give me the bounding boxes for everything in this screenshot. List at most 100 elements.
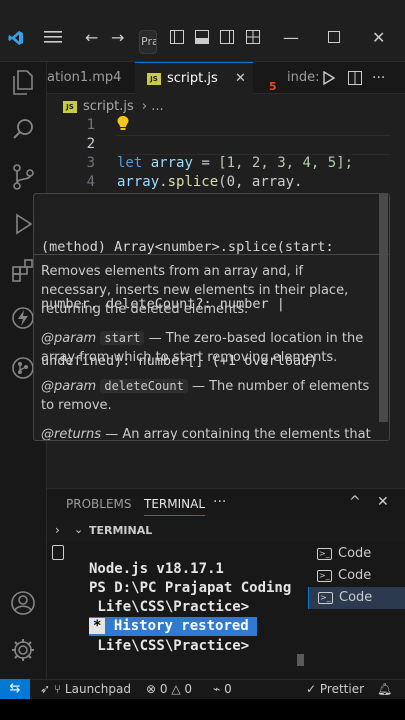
description: Removes elements from an array and, if n… <box>41 264 349 317</box>
git-icon: ⑂ <box>53 682 62 696</box>
terminal-line: Life\CSS\Practice> <box>89 638 250 654</box>
returns-tag: @returns <box>41 427 102 441</box>
toggle-panel-icon[interactable] <box>195 30 209 47</box>
antenna-icon: ⌁ <box>213 682 221 696</box>
terminal-line: Life\CSS\Practice> <box>89 599 250 615</box>
menu-icon[interactable] <box>44 30 62 47</box>
param-name: deleteCount <box>100 379 188 393</box>
customize-layout-icon[interactable] <box>246 30 260 47</box>
object-array: array <box>117 174 160 190</box>
warning-icon: △ <box>171 682 181 696</box>
history-text: History restored <box>105 618 258 634</box>
close-panel-icon[interactable]: ✕ <box>377 494 389 510</box>
chevron-down-icon[interactable]: ⌄ <box>74 523 83 536</box>
terminal-list-label: Code <box>339 590 373 605</box>
variable-array: array <box>150 155 193 171</box>
call-args: (0, array. <box>218 174 303 190</box>
minimize-icon[interactable]: — <box>283 30 299 46</box>
split-editor-icon[interactable] <box>348 62 364 94</box>
terminal-section-header[interactable]: › ⌄ TERMINAL <box>47 520 405 542</box>
remote-indicator-icon[interactable]: ⇆ <box>0 679 30 699</box>
terminal-list-item[interactable]: >_ Code <box>308 565 405 587</box>
editor-tab-bar: ation1.mp4 JS script.js ✕ 5 inde: ··· <box>47 62 405 94</box>
tab-terminal[interactable]: TERMINAL <box>144 497 206 516</box>
divider <box>34 254 389 255</box>
terminal-icon: >_ <box>317 547 332 560</box>
launchpad-label: Launchpad <box>64 682 131 696</box>
warning-count: 0 <box>184 682 193 696</box>
breadcrumb: JS script.js › ... <box>63 98 164 116</box>
settings-gear-icon[interactable] <box>8 637 38 667</box>
prettier-item[interactable]: ✓ Prettier <box>306 681 364 697</box>
terminal-list-item[interactable]: >_ Code <box>308 543 405 565</box>
ports-item[interactable]: ⌁ 0 <box>213 681 232 697</box>
line-number: 3 <box>86 155 95 171</box>
tab-problems[interactable]: PROBLEMS <box>66 497 132 511</box>
error-icon: ⊗ <box>146 682 157 696</box>
array-literal: [1, 2, 3, 4, 5]; <box>218 155 354 171</box>
search-icon[interactable] <box>8 117 38 147</box>
method-splice: splice <box>167 174 219 190</box>
ports-count: 0 <box>224 682 232 696</box>
terminal-list-label: Code <box>338 568 372 583</box>
history-marker: * <box>89 618 106 634</box>
notifications-bell-icon[interactable]: 🔔︎ <box>377 681 392 697</box>
tab-video[interactable]: ation1.mp4 <box>47 62 133 94</box>
tooltip-scrollbar[interactable] <box>379 194 388 422</box>
launchpad-item[interactable]: ➶ ⑂ Launchpad <box>40 681 131 697</box>
hover-tooltip[interactable]: (method) Array<number>.splice(start: num… <box>33 193 390 441</box>
more-actions-icon[interactable]: ··· <box>372 62 402 94</box>
param-name: start <box>100 331 145 345</box>
terminal-line: PS D:\PC Prajapat Coding <box>89 580 292 596</box>
forward-arrow-icon[interactable]: → <box>111 30 124 46</box>
problems-item[interactable]: ⊗ 0 △ 0 <box>146 681 192 697</box>
close-window-icon[interactable]: ✕ <box>372 30 385 46</box>
account-icon[interactable] <box>8 590 38 620</box>
tab-script-js[interactable]: JS script.js ✕ <box>135 62 253 94</box>
toggle-secondary-sidebar-icon[interactable] <box>220 30 234 47</box>
line-number: 2 <box>86 136 95 152</box>
dot-operator: . <box>159 174 168 190</box>
method-documentation: Removes elements from an array and, if n… <box>41 262 371 441</box>
bottom-letterbox <box>0 699 405 720</box>
operator-equals: = <box>201 155 210 171</box>
chevron-right-icon[interactable]: › <box>55 523 60 537</box>
rocket-icon: ➶ <box>40 682 51 696</box>
terminal-list-item[interactable]: >_ Code <box>308 587 405 609</box>
line-number: 4 <box>86 174 95 190</box>
line-number: 1 <box>86 117 95 133</box>
maximize-panel-icon[interactable]: ^ <box>349 494 361 510</box>
tab-label: ation1.mp4 <box>47 70 122 85</box>
run-code-icon[interactable] <box>323 62 341 94</box>
tab-close-icon[interactable]: ✕ <box>235 63 246 94</box>
terminal-line: Node.js v18.17.1 <box>89 561 224 577</box>
source-control-icon[interactable] <box>8 164 38 194</box>
error-count: 0 <box>159 682 168 696</box>
code-line-4: array.splice(0, array. <box>117 174 302 190</box>
lightbulb-icon[interactable] <box>116 115 130 135</box>
returns-doc: @returns — An array containing the eleme… <box>41 425 371 441</box>
js-file-icon: JS <box>63 100 77 113</box>
maximize-icon[interactable] <box>328 30 340 46</box>
returns-desc: — An array containing the elements that <box>105 427 371 441</box>
toggle-sidebar-icon[interactable] <box>170 30 184 47</box>
param-tag: @param <box>41 379 97 394</box>
js-file-icon: JS <box>147 72 161 85</box>
terminal-section-label: TERMINAL <box>89 524 153 537</box>
html-file-icon: 5 <box>269 80 277 93</box>
tab-label: inde: <box>287 70 320 85</box>
command-center[interactable]: Pra <box>139 30 157 54</box>
tab-label: script.js <box>167 71 218 86</box>
terminal-scrollbar[interactable] <box>297 654 304 666</box>
tab-index-html[interactable]: 5 inde: <box>266 62 322 94</box>
terminal-icon: >_ <box>317 569 332 582</box>
param-tag: @param <box>41 331 97 346</box>
breadcrumb-file[interactable]: script.js <box>83 99 134 114</box>
param-start-doc: @param start — The zero-based location i… <box>41 329 371 367</box>
breadcrumb-more[interactable]: ... <box>151 99 163 114</box>
back-arrow-icon[interactable]: ← <box>85 30 98 46</box>
terminal-instance-icon[interactable] <box>52 545 64 560</box>
panel-more-icon[interactable]: ··· <box>213 494 226 510</box>
explorer-icon[interactable] <box>8 70 38 100</box>
keyword-let: let <box>117 155 143 171</box>
